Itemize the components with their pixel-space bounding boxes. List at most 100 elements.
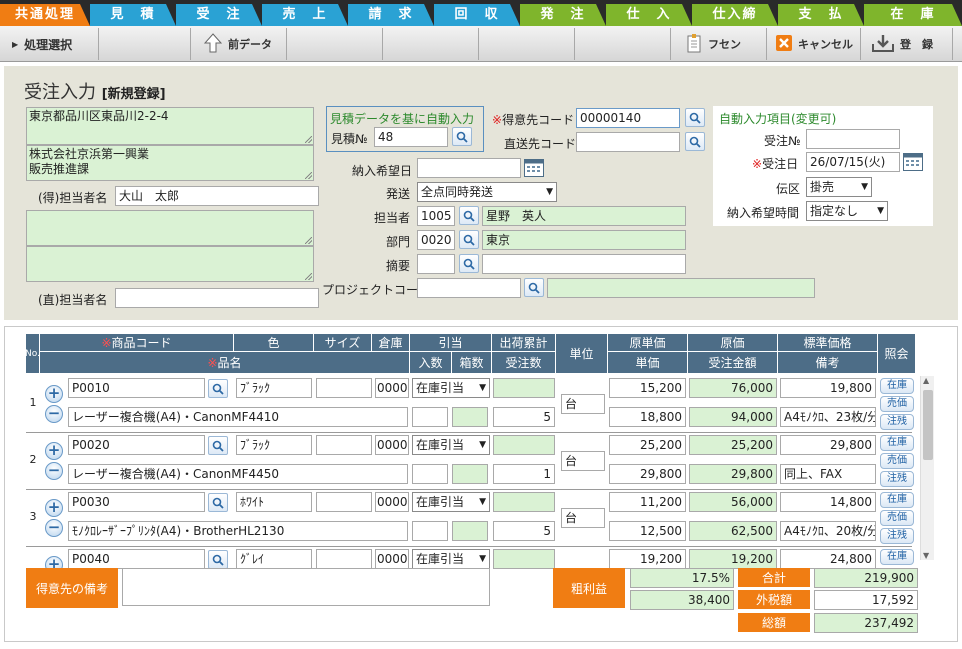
stock-inquiry-button[interactable]: 在庫 <box>880 435 914 451</box>
original-unit-price-field[interactable]: 11,200 <box>609 492 686 512</box>
staff-search-button[interactable] <box>459 206 479 225</box>
summary-search-button[interactable] <box>459 254 479 273</box>
customer-contact-field[interactable]: 大山 太郎 <box>115 186 319 206</box>
box-count-field[interactable] <box>452 407 488 427</box>
original-unit-price-field[interactable]: 15,200 <box>609 378 686 398</box>
grid-scrollbar[interactable]: ▲ ▼ <box>920 376 934 560</box>
sales-price-button[interactable]: 売価 <box>880 453 914 469</box>
estimate-no-field[interactable]: 48 <box>374 127 448 147</box>
dept-search-button[interactable] <box>459 230 479 249</box>
unit-field[interactable]: 台 <box>561 451 605 471</box>
hikiate-select[interactable]: 在庫引当 <box>412 492 490 512</box>
unit-price-field[interactable]: 12,500 <box>609 521 686 541</box>
size-field[interactable] <box>316 549 372 569</box>
delivery-time-select[interactable]: 指定なし <box>806 201 888 221</box>
tab-0[interactable]: 共通処理 <box>0 4 90 26</box>
direct-code-field[interactable] <box>576 132 680 152</box>
warehouse-field[interactable]: 0000 <box>375 378 409 398</box>
estimate-search-button[interactable] <box>452 127 472 146</box>
color-field[interactable]: ﾌﾞﾗｯｸ <box>236 435 312 455</box>
product-search-button[interactable] <box>208 379 228 398</box>
product-code-field[interactable]: P0010 <box>68 378 205 398</box>
warehouse-field[interactable]: 0000 <box>375 549 409 569</box>
color-field[interactable]: ﾎﾜｲﾄ <box>236 492 312 512</box>
staff-code-field[interactable]: 1005 <box>417 206 455 226</box>
scroll-thumb[interactable] <box>923 390 933 460</box>
project-search-button[interactable] <box>524 278 544 297</box>
ship-company-field[interactable] <box>26 246 314 282</box>
ship-method-select[interactable]: 全点同時発送 <box>417 182 557 202</box>
size-field[interactable] <box>316 435 372 455</box>
prev-data-button[interactable]: 前データ <box>203 26 272 62</box>
product-name-field[interactable]: レーザー複合機(A4)・CanonMF4450 <box>68 464 408 484</box>
fusen-button[interactable]: フセン <box>686 26 741 62</box>
scroll-down-icon[interactable]: ▼ <box>923 551 929 560</box>
sales-price-button[interactable]: 売価 <box>880 396 914 412</box>
tab-7[interactable]: 仕 入 <box>606 4 692 26</box>
unit-field[interactable]: 台 <box>561 394 605 414</box>
in-count-field[interactable] <box>412 407 448 427</box>
dept-code-field[interactable]: 0020 <box>417 230 455 250</box>
summary-code-field[interactable] <box>417 254 455 274</box>
project-code-field[interactable] <box>417 278 521 298</box>
hikiate-select[interactable]: 在庫引当 <box>412 378 490 398</box>
remarks-field[interactable]: A4ﾓﾉｸﾛ、23枚/分 <box>780 407 876 427</box>
order-date-field[interactable]: 26/07/15(火) <box>806 152 900 172</box>
product-code-field[interactable]: P0030 <box>68 492 205 512</box>
menu-select-button[interactable]: ▶ 処理選択 <box>12 26 72 62</box>
tab-8[interactable]: 仕入締 <box>692 4 778 26</box>
remarks-field[interactable]: 同上、FAX <box>780 464 876 484</box>
stock-inquiry-button[interactable]: 在庫 <box>880 378 914 394</box>
calendar-icon[interactable] <box>524 159 544 177</box>
unit-field[interactable]: 台 <box>561 508 605 528</box>
order-no-field[interactable] <box>806 129 900 149</box>
size-field[interactable] <box>316 492 372 512</box>
order-backlog-button[interactable]: 注残 <box>880 471 914 487</box>
tab-5[interactable]: 回 収 <box>434 4 520 26</box>
order-qty-field[interactable]: 5 <box>493 521 555 541</box>
product-code-field[interactable]: P0020 <box>68 435 205 455</box>
customer-company-field[interactable]: 株式会社京浜第一興業 販売推進課 <box>26 145 314 181</box>
hikiate-select[interactable]: 在庫引当 <box>412 435 490 455</box>
remove-row-button[interactable]: − <box>45 519 63 537</box>
color-field[interactable]: ﾌﾞﾗｯｸ <box>236 378 312 398</box>
tab-6[interactable]: 発 注 <box>520 4 606 26</box>
customer-address-field[interactable]: 東京都品川区東品川2-2-4 <box>26 107 314 145</box>
order-qty-field[interactable]: 1 <box>493 464 555 484</box>
denku-select[interactable]: 掛売 <box>806 177 872 197</box>
warehouse-field[interactable]: 0000 <box>375 435 409 455</box>
ship-address-field[interactable] <box>26 210 314 246</box>
box-count-field[interactable] <box>452 521 488 541</box>
stock-inquiry-button[interactable]: 在庫 <box>880 492 914 508</box>
direct-search-button[interactable] <box>685 132 705 151</box>
ship-contact-field[interactable] <box>115 288 319 308</box>
unit-price-field[interactable]: 29,800 <box>609 464 686 484</box>
customer-note-field[interactable] <box>122 568 490 606</box>
original-unit-price-field[interactable]: 25,200 <box>609 435 686 455</box>
order-qty-field[interactable]: 5 <box>493 407 555 427</box>
product-search-button[interactable] <box>208 493 228 512</box>
stock-inquiry-button[interactable]: 在庫 <box>880 549 914 565</box>
tab-3[interactable]: 売 上 <box>262 4 348 26</box>
scroll-up-icon[interactable]: ▲ <box>923 376 929 385</box>
tab-4[interactable]: 請 求 <box>348 4 434 26</box>
remove-row-button[interactable]: − <box>45 462 63 480</box>
order-backlog-button[interactable]: 注残 <box>880 414 914 430</box>
tab-1[interactable]: 見 積 <box>90 4 176 26</box>
product-name-field[interactable]: レーザー複合機(A4)・CanonMF4410 <box>68 407 408 427</box>
color-field[interactable]: ｸﾞﾚｲ <box>236 549 312 569</box>
tab-2[interactable]: 受 注 <box>176 4 262 26</box>
unit-price-field[interactable]: 18,800 <box>609 407 686 427</box>
sales-price-button[interactable]: 売価 <box>880 510 914 526</box>
product-search-button[interactable] <box>208 550 228 569</box>
box-count-field[interactable] <box>452 464 488 484</box>
cancel-button[interactable]: キャンセル <box>776 26 853 62</box>
remove-row-button[interactable]: − <box>45 405 63 423</box>
add-row-button[interactable]: + <box>45 499 63 517</box>
hikiate-select[interactable]: 在庫引当 <box>412 549 490 569</box>
product-search-button[interactable] <box>208 436 228 455</box>
order-backlog-button[interactable]: 注残 <box>880 528 914 544</box>
in-count-field[interactable] <box>412 521 448 541</box>
in-count-field[interactable] <box>412 464 448 484</box>
register-button[interactable]: 登 録 <box>872 26 933 62</box>
